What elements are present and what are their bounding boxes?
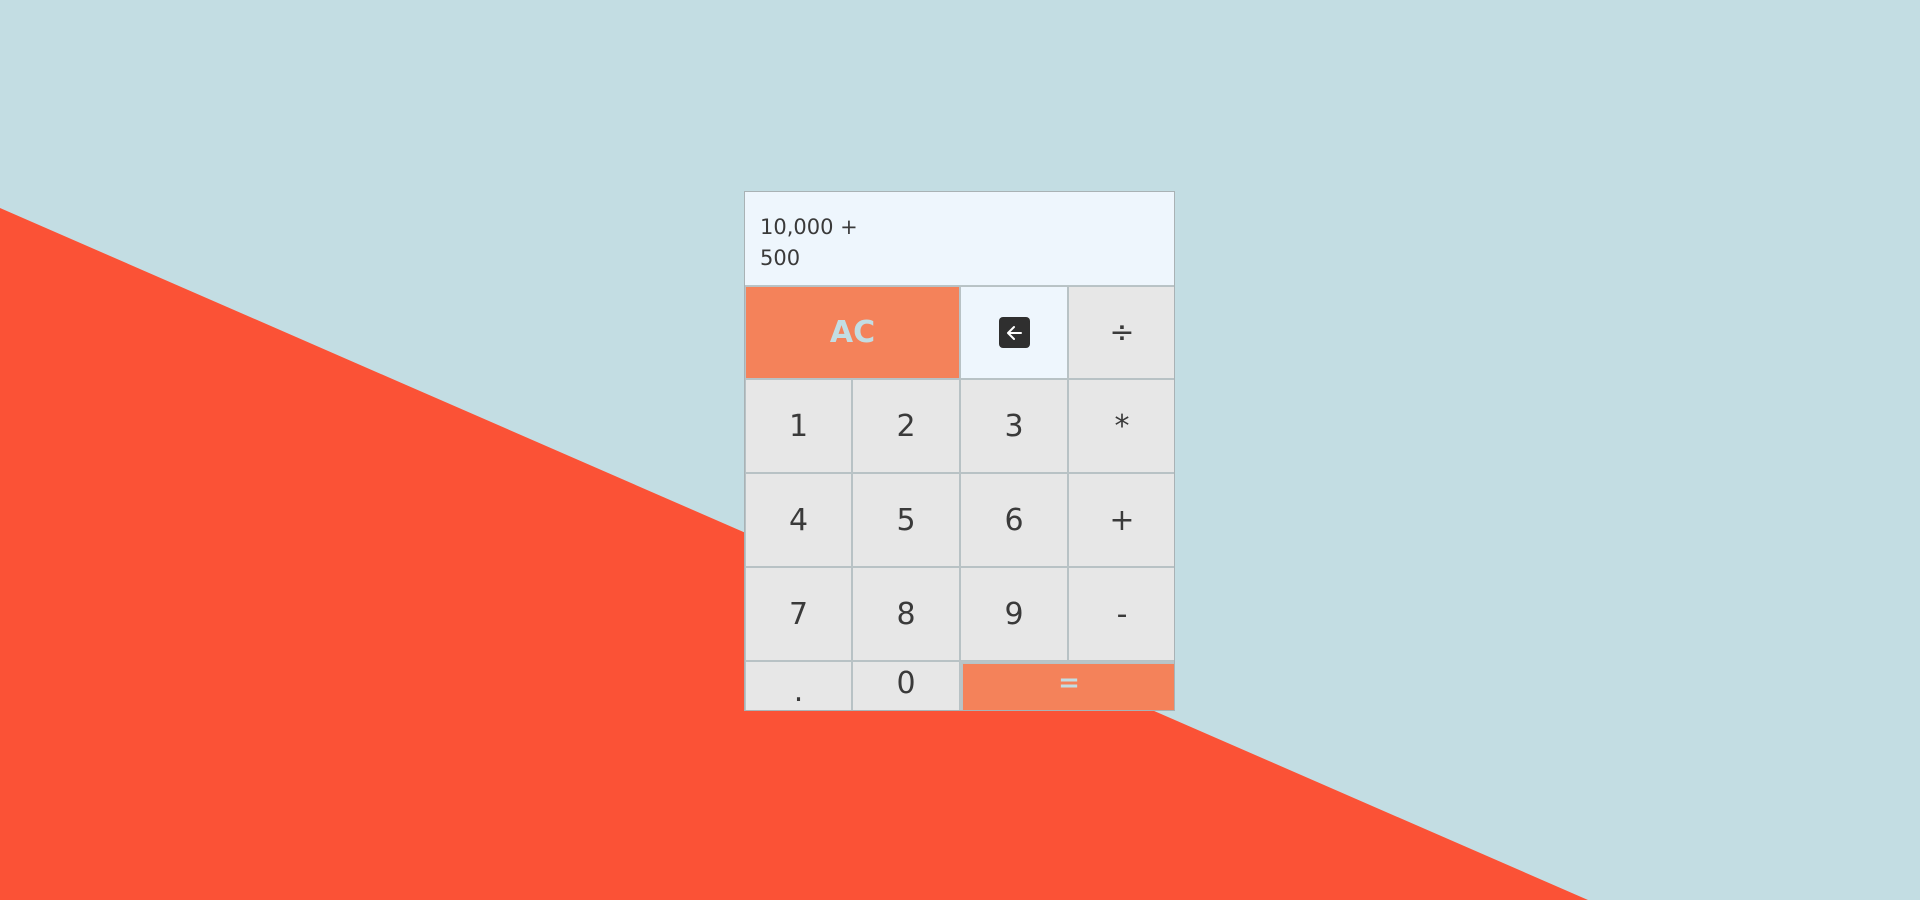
- digit-5-button[interactable]: 5: [852, 473, 960, 567]
- digit-6-button[interactable]: 6: [960, 473, 1068, 567]
- calculator-display: 10,000 + 500: [745, 192, 1174, 285]
- equals-button[interactable]: =: [962, 663, 1174, 710]
- digit-9-button[interactable]: 9: [960, 567, 1068, 661]
- calculator: 10,000 + 500 AC ÷ 1 2 3 * 4 5 6 + 7 8 9 …: [744, 191, 1175, 711]
- minus-button[interactable]: -: [1068, 567, 1174, 661]
- digit-1-button[interactable]: 1: [745, 379, 852, 473]
- decimal-button[interactable]: .: [745, 661, 852, 710]
- plus-button[interactable]: +: [1068, 473, 1174, 567]
- backspace-button[interactable]: [960, 286, 1068, 379]
- current-value: 500: [760, 246, 801, 270]
- digit-7-button[interactable]: 7: [745, 567, 852, 661]
- digit-0-button[interactable]: 0: [852, 661, 960, 710]
- expression-line: 10,000 +: [760, 215, 858, 239]
- multiply-button[interactable]: *: [1068, 379, 1174, 473]
- digit-2-button[interactable]: 2: [852, 379, 960, 473]
- digit-3-button[interactable]: 3: [960, 379, 1068, 473]
- digit-8-button[interactable]: 8: [852, 567, 960, 661]
- arrow-left-icon: [998, 317, 1030, 348]
- divide-button[interactable]: ÷: [1068, 286, 1174, 379]
- clear-button[interactable]: AC: [745, 286, 960, 379]
- digit-4-button[interactable]: 4: [745, 473, 852, 567]
